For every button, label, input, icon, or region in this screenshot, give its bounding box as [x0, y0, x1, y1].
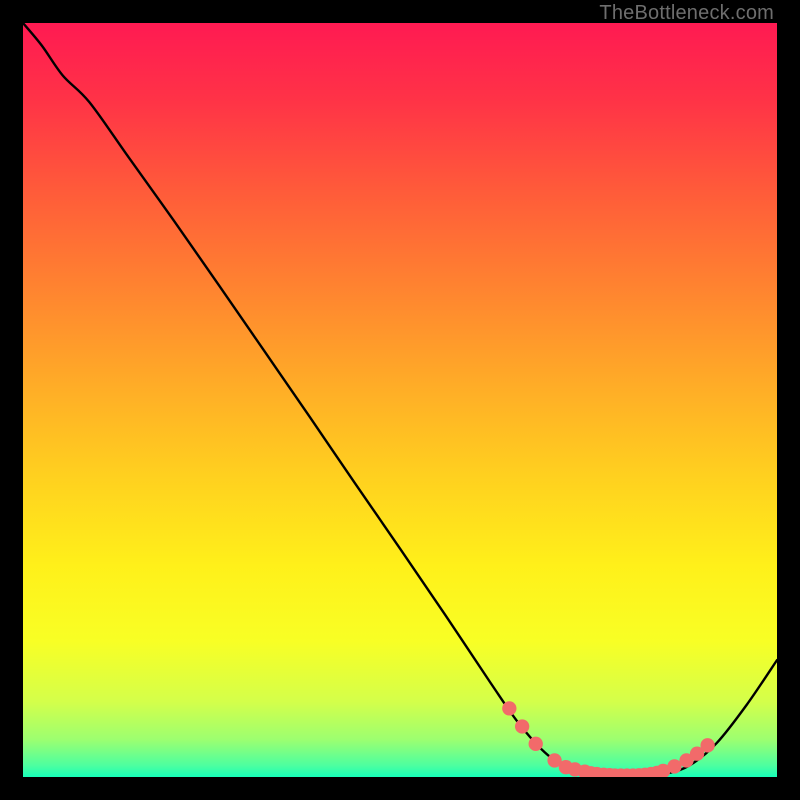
valley-marker — [529, 737, 543, 751]
chart-svg — [23, 23, 777, 777]
valley-marker — [700, 738, 714, 752]
gradient-background — [23, 23, 777, 777]
chart-frame — [23, 23, 777, 777]
valley-marker — [515, 719, 529, 733]
watermark-text: TheBottleneck.com — [599, 2, 774, 25]
valley-marker — [502, 701, 516, 715]
